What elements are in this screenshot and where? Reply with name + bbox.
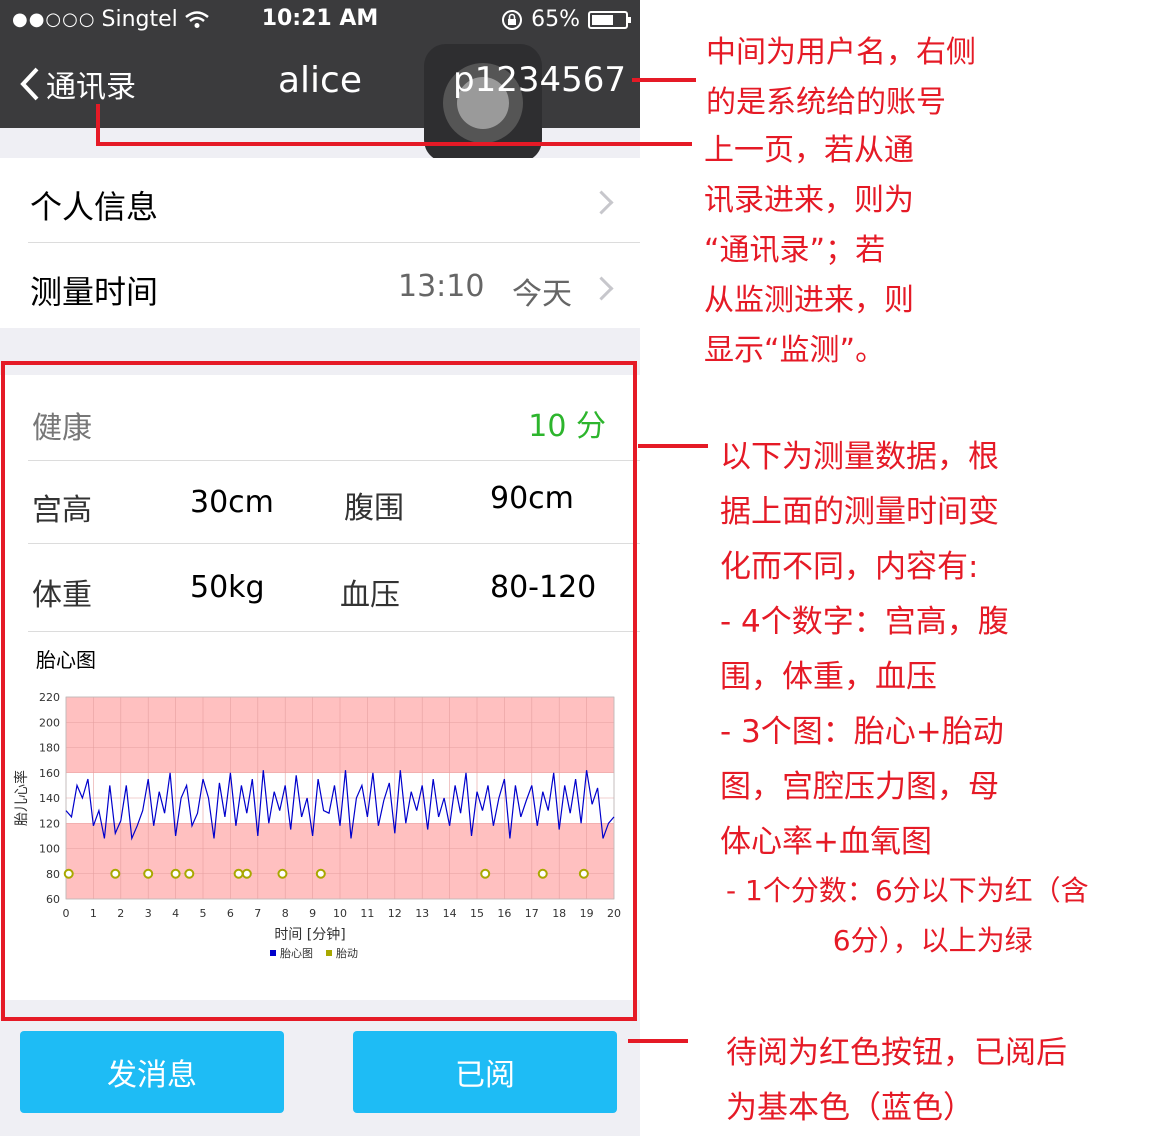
annotation-back: 上一页，若从通 讯录进来，则为 “通讯录”；若 从监测进来，则 显示“监测”。 <box>704 126 914 376</box>
rotation-lock-icon <box>502 9 523 30</box>
measure-time-value: 13:10 <box>398 269 485 304</box>
personal-info-label: 个人信息 <box>30 188 159 226</box>
phone-screen: ●●○○○ Singtel 10:21 AM 65% 通讯录 alice p12… <box>0 0 640 1136</box>
annotation-pointer <box>632 78 696 82</box>
send-message-button[interactable]: 发消息 <box>20 1031 284 1113</box>
annotation-pointer <box>638 444 708 448</box>
annotation-text: 以下为测量数据，根 据上面的测量时间变 化而不同，内容有: - 4个数字：宫高，… <box>720 439 1009 860</box>
chevron-right-icon <box>589 276 614 301</box>
annotation-text: 上一页，若从通 讯录进来，则为 “通讯录”；若 从监测进来，则 显示“监测”。 <box>704 133 914 368</box>
annotation-pointer <box>96 142 692 146</box>
status-bar: ●●○○○ Singtel 10:21 AM 65% <box>0 0 640 40</box>
measure-day-value: 今天 <box>512 277 572 312</box>
personal-info-row[interactable]: 个人信息 <box>0 158 640 242</box>
measure-time-row[interactable]: 测量时间 13:10 今天 <box>0 243 640 328</box>
annotation-score: - 1个分数：6分以下为红（含 6分），以上为绿 <box>726 866 1089 966</box>
annotation-pointer <box>628 1039 688 1043</box>
highlight-box <box>1 361 637 1021</box>
battery-level <box>592 14 613 25</box>
status-right: 65% <box>501 7 631 32</box>
account-id: p1234567 <box>452 60 626 100</box>
battery-icon <box>588 10 631 29</box>
annotation-pointer <box>96 104 100 146</box>
info-group: 个人信息 测量时间 13:10 今天 <box>0 158 640 328</box>
read-button[interactable]: 已阅 <box>353 1031 617 1113</box>
annotation-username: 中间为用户名，右侧 的是系统给的账号 <box>706 28 976 128</box>
battery-percent: 65% <box>531 7 580 32</box>
annotation-buttons: 待阅为红色按钮，已阅后 为基本色（蓝色） <box>726 1026 1067 1136</box>
measure-time-label: 测量时间 <box>30 273 159 311</box>
annotation-text: 待阅为红色按钮，已阅后 为基本色（蓝色） <box>726 1035 1067 1126</box>
annotation-text: - 1个分数：6分以下为红（含 6分），以上为绿 <box>726 874 1089 957</box>
annotation-text: 中间为用户名，右侧 的是系统给的账号 <box>706 35 976 120</box>
annotation-measurements: 以下为测量数据，根 据上面的测量时间变 化而不同，内容有: - 4个数字：宫高，… <box>720 430 1009 870</box>
chevron-right-icon <box>589 190 614 215</box>
